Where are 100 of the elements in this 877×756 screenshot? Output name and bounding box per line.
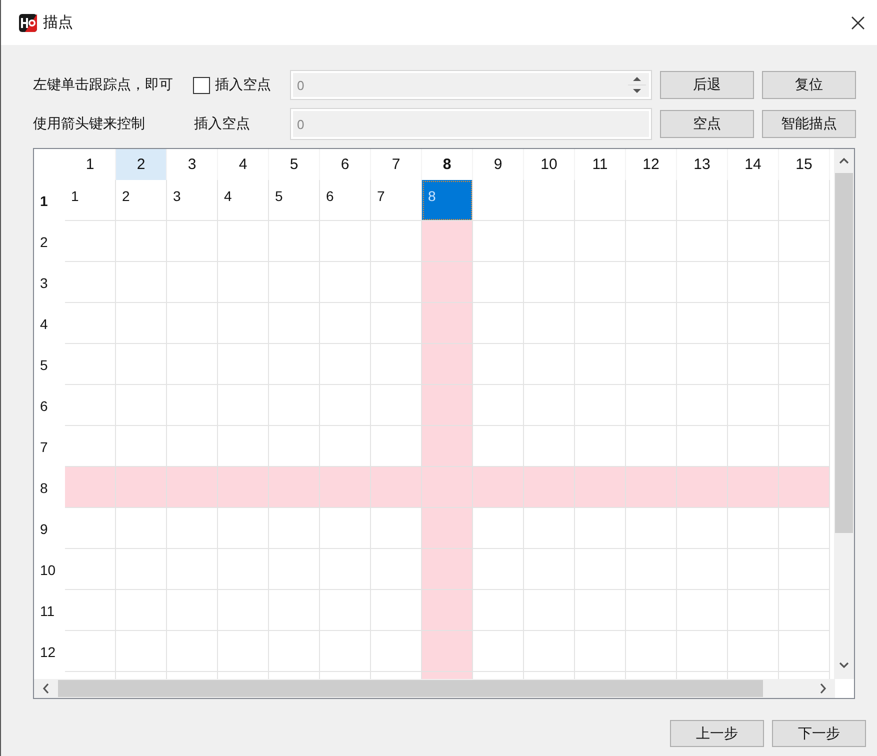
grid-cell[interactable] bbox=[575, 303, 626, 344]
grid-cell[interactable] bbox=[320, 221, 371, 262]
grid-cell[interactable] bbox=[422, 262, 473, 303]
grid-cell[interactable] bbox=[575, 631, 626, 672]
grid-cell[interactable] bbox=[524, 467, 575, 508]
grid-cell[interactable] bbox=[473, 180, 524, 221]
grid-cell[interactable]: 8 bbox=[422, 180, 473, 221]
grid-cell[interactable] bbox=[218, 549, 269, 590]
grid-cell[interactable] bbox=[524, 508, 575, 549]
grid-cell[interactable] bbox=[218, 303, 269, 344]
grid-cell[interactable] bbox=[320, 467, 371, 508]
grid-cell[interactable] bbox=[473, 344, 524, 385]
row-header[interactable]: 11 bbox=[34, 590, 65, 631]
grid-cell[interactable] bbox=[473, 385, 524, 426]
grid-cell[interactable] bbox=[167, 508, 218, 549]
grid-cell[interactable] bbox=[167, 221, 218, 262]
grid-cell[interactable] bbox=[779, 631, 830, 672]
grid-cell[interactable] bbox=[626, 262, 677, 303]
grid-cell[interactable] bbox=[524, 590, 575, 631]
grid-cell[interactable] bbox=[65, 221, 116, 262]
grid-cell[interactable] bbox=[320, 303, 371, 344]
previous-step-button[interactable]: 上一步 bbox=[670, 720, 764, 747]
insert-checkbox[interactable] bbox=[193, 76, 210, 94]
grid-cell[interactable] bbox=[626, 549, 677, 590]
grid-cell[interactable] bbox=[728, 180, 779, 221]
grid-cell[interactable] bbox=[677, 221, 728, 262]
grid-cell[interactable] bbox=[65, 549, 116, 590]
grid-cell[interactable]: 3 bbox=[167, 180, 218, 221]
grid-cell[interactable] bbox=[167, 631, 218, 672]
grid-cell[interactable] bbox=[728, 262, 779, 303]
column-header[interactable]: 9 bbox=[473, 149, 524, 180]
grid-cell[interactable] bbox=[473, 508, 524, 549]
grid-cell[interactable] bbox=[116, 344, 167, 385]
grid-cell[interactable] bbox=[320, 631, 371, 672]
grid-cell[interactable] bbox=[269, 549, 320, 590]
grid-cell[interactable] bbox=[116, 631, 167, 672]
grid-cell[interactable] bbox=[218, 508, 269, 549]
grid-cell[interactable] bbox=[779, 467, 830, 508]
grid-cell[interactable]: 4 bbox=[218, 180, 269, 221]
grid-cell[interactable] bbox=[626, 385, 677, 426]
grid-cell[interactable] bbox=[167, 303, 218, 344]
grid-cell[interactable] bbox=[65, 344, 116, 385]
grid-cell[interactable] bbox=[218, 221, 269, 262]
row-header[interactable]: 6 bbox=[34, 385, 65, 426]
grid-cell[interactable] bbox=[218, 590, 269, 631]
grid-cell[interactable] bbox=[473, 467, 524, 508]
column-header[interactable]: 12 bbox=[626, 149, 677, 180]
grid-cell[interactable] bbox=[269, 262, 320, 303]
grid-cell[interactable] bbox=[626, 508, 677, 549]
grid-cell[interactable] bbox=[269, 508, 320, 549]
grid-cell[interactable] bbox=[677, 180, 728, 221]
grid-cell[interactable] bbox=[524, 303, 575, 344]
row-header[interactable]: 8 bbox=[34, 467, 65, 508]
grid-cell[interactable] bbox=[422, 508, 473, 549]
grid-cell[interactable] bbox=[320, 508, 371, 549]
close-icon[interactable] bbox=[851, 16, 865, 30]
back-button[interactable]: 后退 bbox=[660, 71, 754, 99]
horizontal-scrollbar[interactable] bbox=[34, 679, 835, 698]
grid-cell[interactable] bbox=[728, 303, 779, 344]
grid-cell[interactable] bbox=[320, 549, 371, 590]
grid-cell[interactable] bbox=[422, 467, 473, 508]
grid-cell[interactable] bbox=[116, 590, 167, 631]
column-header[interactable]: 2 bbox=[116, 149, 167, 180]
grid-cell[interactable] bbox=[116, 303, 167, 344]
grid-cell[interactable] bbox=[269, 590, 320, 631]
grid-cell[interactable]: 2 bbox=[116, 180, 167, 221]
grid-cell[interactable] bbox=[65, 590, 116, 631]
grid-cell[interactable] bbox=[473, 221, 524, 262]
grid-cell[interactable] bbox=[728, 590, 779, 631]
grid-cell[interactable] bbox=[728, 344, 779, 385]
grid-cell[interactable] bbox=[728, 221, 779, 262]
grid-cell[interactable] bbox=[422, 590, 473, 631]
grid-cell[interactable] bbox=[575, 262, 626, 303]
grid-cell[interactable] bbox=[677, 262, 728, 303]
grid-cell[interactable] bbox=[524, 344, 575, 385]
grid-cell[interactable] bbox=[218, 631, 269, 672]
grid-cell[interactable] bbox=[575, 467, 626, 508]
column-header[interactable]: 14 bbox=[728, 149, 779, 180]
column-header[interactable]: 4 bbox=[218, 149, 269, 180]
grid-cell[interactable] bbox=[269, 303, 320, 344]
grid-cell[interactable] bbox=[422, 303, 473, 344]
grid-cell[interactable] bbox=[218, 467, 269, 508]
grid-cell[interactable] bbox=[269, 221, 320, 262]
grid-cell[interactable] bbox=[473, 262, 524, 303]
grid-cell[interactable] bbox=[626, 221, 677, 262]
grid-cell[interactable] bbox=[575, 221, 626, 262]
grid-cell[interactable] bbox=[575, 549, 626, 590]
row-header[interactable]: 9 bbox=[34, 508, 65, 549]
row-header[interactable]: 2 bbox=[34, 221, 65, 262]
grid-cell[interactable] bbox=[65, 303, 116, 344]
grid-cell[interactable] bbox=[65, 467, 116, 508]
grid-cell[interactable] bbox=[167, 385, 218, 426]
grid-cell[interactable] bbox=[677, 467, 728, 508]
reset-button[interactable]: 复位 bbox=[762, 71, 856, 99]
grid-cell[interactable] bbox=[677, 631, 728, 672]
grid-cell[interactable] bbox=[65, 508, 116, 549]
grid-cell[interactable] bbox=[473, 303, 524, 344]
grid-cell[interactable] bbox=[320, 590, 371, 631]
grid-cell[interactable] bbox=[116, 262, 167, 303]
grid-cell[interactable] bbox=[575, 385, 626, 426]
